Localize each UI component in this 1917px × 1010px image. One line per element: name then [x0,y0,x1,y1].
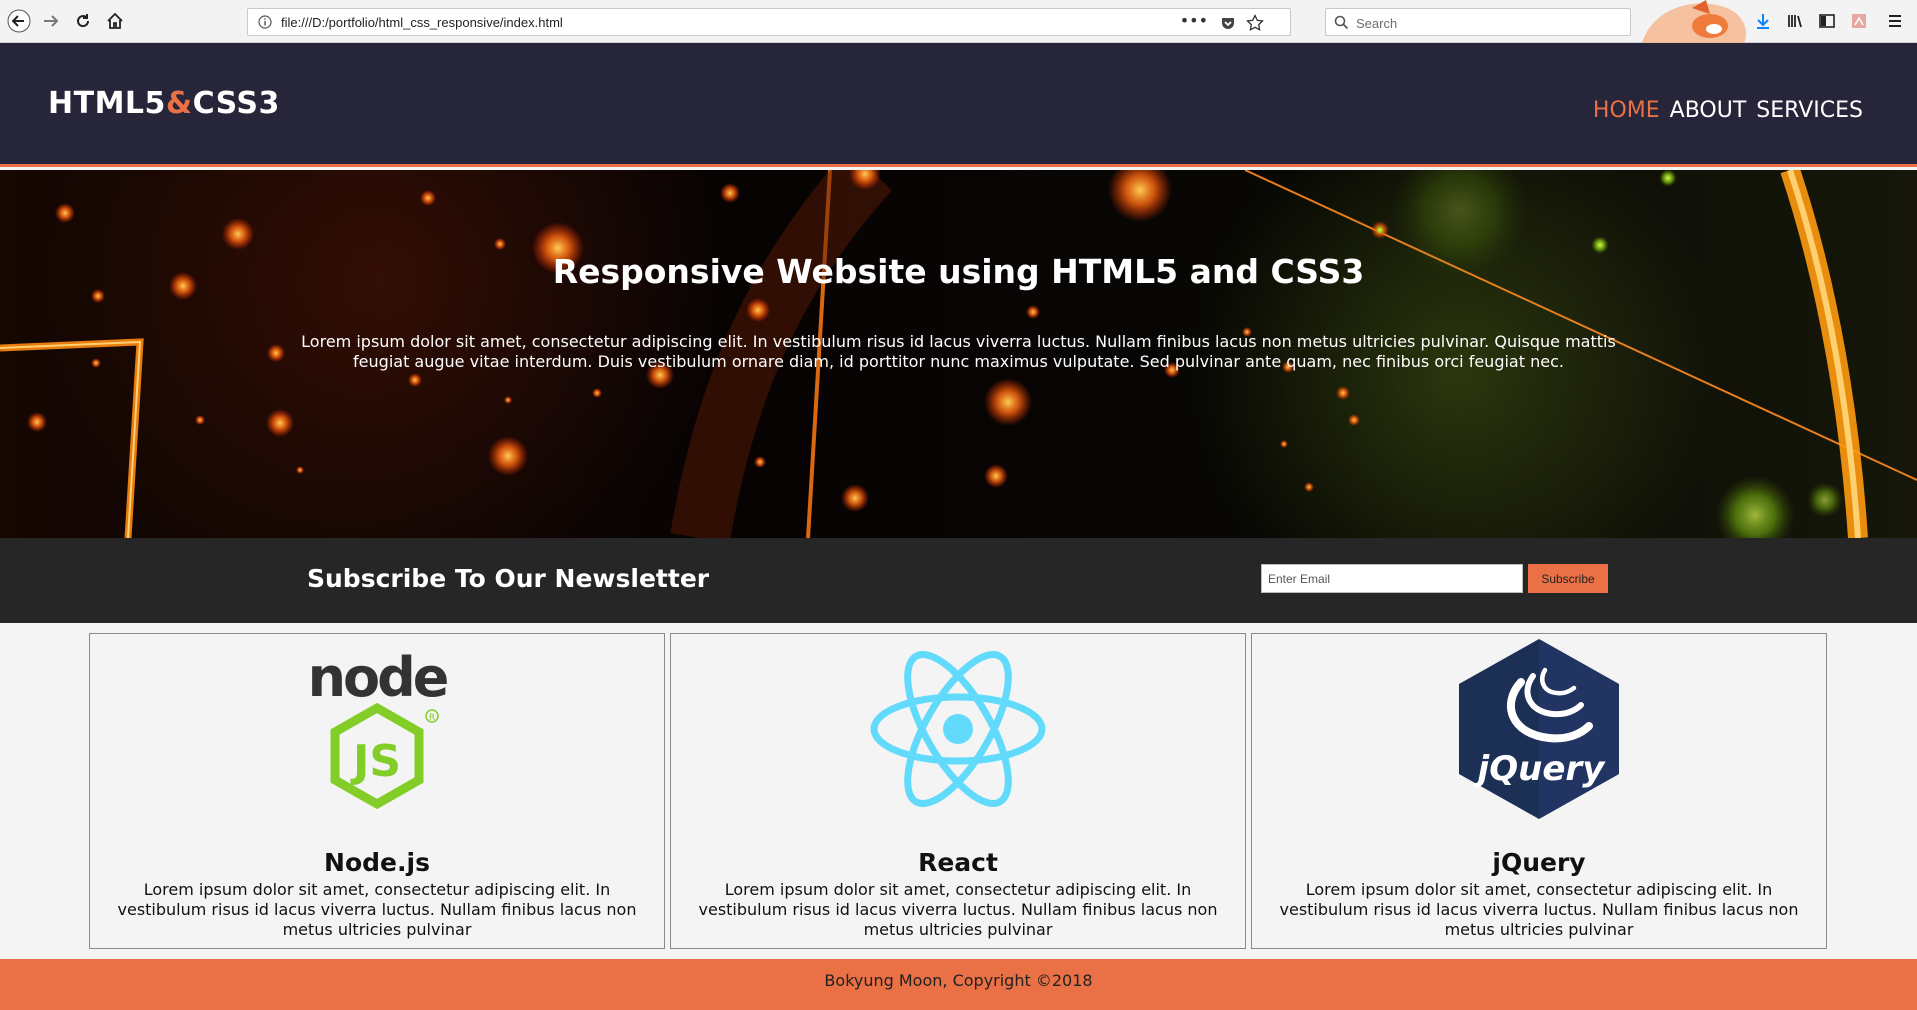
feature-box-jquery: jQuery jQuery Lorem ipsum dolor sit amet… [1251,633,1827,949]
download-icon [1757,14,1769,29]
hamburger-menu-icon [1889,15,1901,27]
address-bar[interactable]: file:///D:/portfolio/html_css_responsive… [247,8,1291,36]
feature-box-nodejs: node JS R Node.js Lorem ipsum dolor sit … [89,633,665,949]
extension-button[interactable] [1848,10,1870,32]
feature-text-react: Lorem ipsum dolor sit amet, consectetur … [698,880,1218,939]
search-icon [1334,15,1349,30]
back-button[interactable] [6,8,32,34]
feature-title-react: React [918,848,998,877]
nav-home-link[interactable]: HOME [1593,98,1660,123]
downloads-button[interactable] [1752,10,1774,32]
nodejs-logo-icon: node JS R [308,646,451,810]
page-actions-icon[interactable]: ••• [1180,11,1208,30]
feature-text-nodejs: Lorem ipsum dolor sit amet, consectetur … [117,880,637,939]
feature-title-jquery: jQuery [1492,848,1586,877]
browser-toolbar: file:///D:/portfolio/html_css_responsive… [0,0,1917,43]
nav-services-link[interactable]: SERVICES [1756,98,1863,123]
hero-description: Lorem ipsum dolor sit amet, consectetur … [301,332,1616,371]
site-header: HTML5&CSS3 HOME ABOUT SERVICES [0,43,1917,167]
jquery-logo-icon: jQuery [1459,639,1619,819]
home-icon [107,12,123,29]
registered-mark: R [429,713,435,723]
pocket-icon[interactable] [1220,15,1236,31]
react-logo-container [671,644,1245,814]
node-wordmark: node [308,646,448,709]
reload-icon [77,14,90,28]
search-placeholder: Search [1356,16,1398,31]
nav-about-link[interactable]: ABOUT [1670,98,1747,123]
sidebar-icon [1819,14,1835,28]
footer-copyright: Bokyung Moon, Copyright ©2018 [824,971,1093,990]
feature-text-jquery: Lorem ipsum dolor sit amet, consectetur … [1279,880,1799,939]
jquery-wordmark: jQuery [1473,749,1607,789]
library-icon [1788,15,1802,28]
site-logo[interactable]: HTML5&CSS3 [48,86,280,121]
forward-button[interactable] [38,8,64,34]
fox-theme-decoration [1642,0,1747,43]
menu-button[interactable] [1884,10,1906,32]
js-letters: JS [350,736,401,787]
subscribe-button[interactable]: Subscribe [1528,564,1608,593]
back-arrow-icon [7,9,31,33]
info-icon[interactable] [258,15,272,29]
hero-section: Responsive Website using HTML5 and CSS3 … [0,170,1917,538]
reload-button[interactable] [70,8,96,34]
logo-html5: HTML5 [48,86,166,121]
nodejs-logo-container: node JS R [90,644,664,814]
newsletter-title: Subscribe To Our Newsletter [307,564,710,593]
react-logo-icon [870,651,1046,807]
main-nav: HOME ABOUT SERVICES [1593,98,1863,123]
home-button[interactable] [102,8,128,34]
bookmark-star-icon[interactable] [1246,14,1264,32]
url-text: file:///D:/portfolio/html_css_responsive… [281,15,563,30]
jquery-logo-container: jQuery [1252,639,1826,819]
sidebar-button[interactable] [1816,10,1838,32]
email-input[interactable] [1261,564,1523,593]
feature-box-react: React Lorem ipsum dolor sit amet, consec… [670,633,1246,949]
forward-arrow-icon [44,15,59,27]
library-button[interactable] [1784,10,1806,32]
hero-title: Responsive Website using HTML5 and CSS3 [552,252,1365,291]
extension-icon [1852,14,1866,28]
logo-ampersand: & [165,86,193,121]
logo-css3: CSS3 [192,86,280,121]
search-bar[interactable]: Search [1325,8,1631,36]
feature-title-nodejs: Node.js [324,848,430,877]
newsletter-section: Subscribe To Our Newsletter Subscribe [0,538,1917,623]
site-footer: Bokyung Moon, Copyright ©2018 [0,959,1917,1010]
